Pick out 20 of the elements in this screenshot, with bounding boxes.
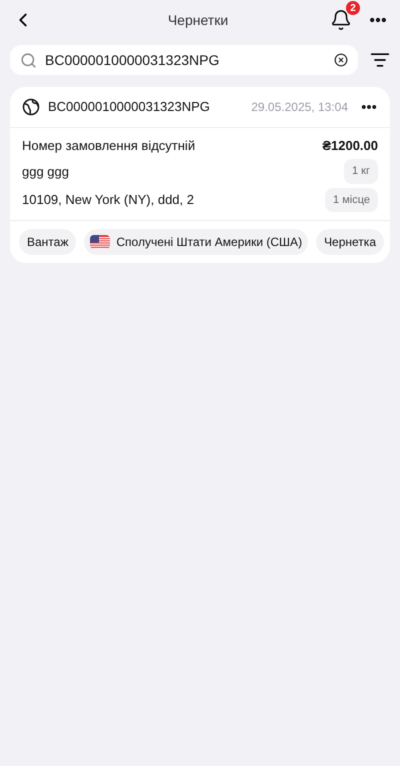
flag-icon xyxy=(90,235,110,249)
price-text: ₴1200.00 xyxy=(322,136,378,154)
clear-icon[interactable] xyxy=(334,53,348,67)
notification-badge: 2 xyxy=(346,1,360,15)
recipient-name: ggg ggg xyxy=(22,162,69,181)
search-icon xyxy=(20,52,37,68)
search-value: BC0000010000031323NPG xyxy=(45,50,220,70)
globe-icon xyxy=(22,98,40,116)
places-chip: 1 місце xyxy=(325,188,378,212)
status-tag: Чернетка xyxy=(316,229,384,255)
page-title: Чернетки xyxy=(166,10,230,30)
tracking-number: BC0000010000031323NPG xyxy=(48,98,210,116)
date-text: 29.05.2025, 13:04 xyxy=(251,98,348,116)
search-field[interactable]: BC0000010000031323NPG xyxy=(10,45,358,75)
type-tag: Вантаж xyxy=(19,229,76,255)
order-text: Номер замовлення відсутній xyxy=(22,136,196,155)
shipment-card[interactable]: BC0000010000031323NPG 29.05.2025, 13:04 Номер замовлення відсутній ₴1200.00 ggg ggg 1 кг 10109, New York (NY), ddd, 2 1 місце Вантаж Сполучені Штати Америки (США) Чернетка xyxy=(10,87,390,263)
bell-icon[interactable] xyxy=(330,9,352,31)
weight-chip: 1 кг xyxy=(344,159,378,184)
address-text: 10109, New York (NY), ddd, 2 xyxy=(22,191,194,209)
